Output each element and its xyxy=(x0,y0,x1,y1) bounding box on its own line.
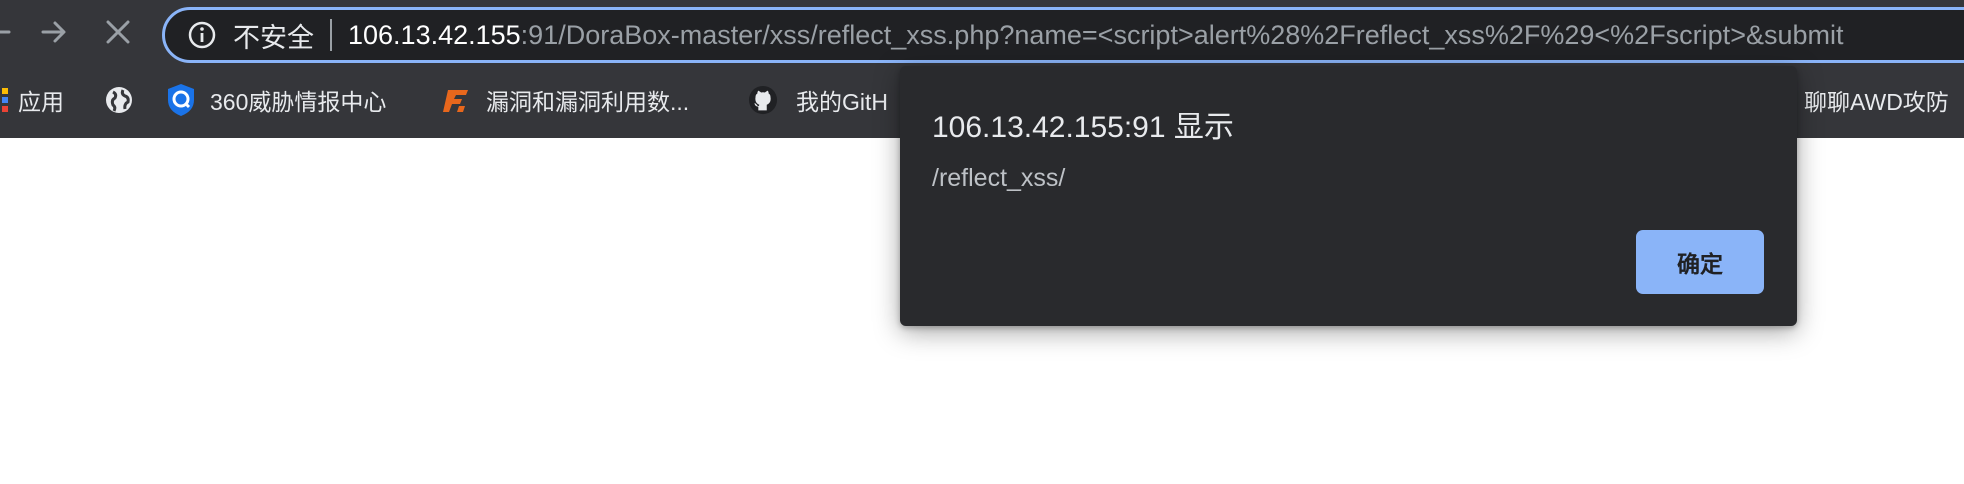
globe-icon xyxy=(104,85,134,115)
bookmark-globe[interactable] xyxy=(104,78,148,122)
forward-arrow-icon xyxy=(39,17,69,52)
bookmark-360-threat-intel[interactable]: 360威胁情报中心 xyxy=(166,78,386,122)
bookmark-label: 我的GitH xyxy=(796,89,888,115)
github-icon xyxy=(748,85,778,115)
bookmark-label: 应用 xyxy=(18,89,64,115)
omnibox-divider xyxy=(330,19,332,51)
dialog-message: /reflect_xss/ xyxy=(932,164,1066,192)
back-arrow-icon xyxy=(0,17,13,52)
apps-grid-icon xyxy=(0,85,8,115)
info-icon[interactable] xyxy=(185,18,219,52)
security-status-label[interactable]: 不安全 xyxy=(233,16,314,55)
bookmark-exploit-db[interactable]: 漏洞和漏洞利用数... xyxy=(442,78,689,122)
ok-button[interactable]: 确定 xyxy=(1636,230,1764,294)
bookmark-label: 聊聊AWD攻防 xyxy=(1804,89,1949,115)
back-button[interactable] xyxy=(0,12,20,56)
url-path: :91/DoraBox-master/xss/reflect_xss.php?n… xyxy=(520,19,1844,50)
exploit-db-icon xyxy=(442,85,472,115)
url-host: 106.13.42.155 xyxy=(348,19,521,50)
bookmark-github[interactable]: 我的GitH xyxy=(748,78,888,122)
dialog-title: 106.13.42.155:91 显示 xyxy=(932,111,1234,144)
360-shield-icon xyxy=(166,84,196,116)
bookmark-awd[interactable]: 聊聊AWD攻防 xyxy=(1804,78,1949,122)
close-icon xyxy=(104,18,132,51)
stop-loading-button[interactable] xyxy=(96,12,140,56)
alert-dialog: 106.13.42.155:91 显示 /reflect_xss/ 确定 xyxy=(900,66,1797,326)
address-bar[interactable]: 不安全 106.13.42.155 :91/DoraBox-master/xss… xyxy=(162,7,1964,63)
bookmark-label: 360威胁情报中心 xyxy=(210,89,387,115)
bookmark-apps[interactable]: 应用 xyxy=(0,78,64,122)
bookmark-label: 漏洞和漏洞利用数... xyxy=(486,89,690,115)
forward-button[interactable] xyxy=(32,12,76,56)
